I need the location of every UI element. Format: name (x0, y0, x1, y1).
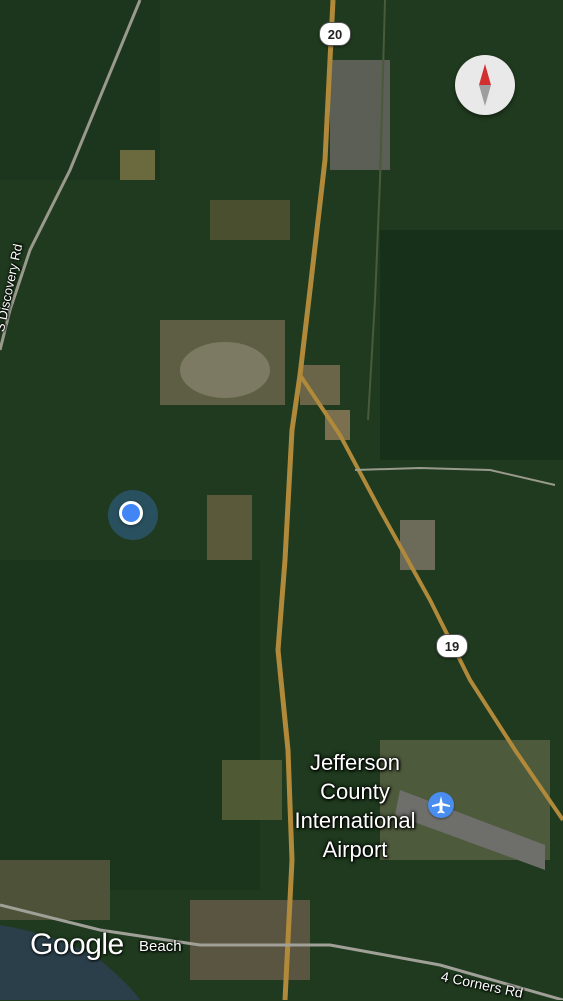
airport-label-line-3: International (294, 808, 416, 833)
compass-icon (479, 64, 491, 106)
airport-label-line-2: County (320, 779, 390, 804)
beach-label: Beach (139, 938, 182, 955)
compass-button[interactable] (455, 55, 515, 115)
route-20-label: 20 (327, 26, 343, 42)
airport-label-line-1: Jefferson (309, 750, 401, 775)
route-19-label: 19 (444, 638, 460, 654)
airport-label[interactable]: Jefferson County International Airport (260, 748, 450, 864)
airport-label-line-4: Airport (322, 837, 388, 862)
google-logo: Google (30, 928, 124, 961)
route-19-shield: 19 (436, 634, 468, 658)
current-location-dot[interactable] (119, 501, 143, 525)
airport-icon[interactable] (428, 792, 454, 818)
route-20-shield: 20 (319, 22, 351, 46)
